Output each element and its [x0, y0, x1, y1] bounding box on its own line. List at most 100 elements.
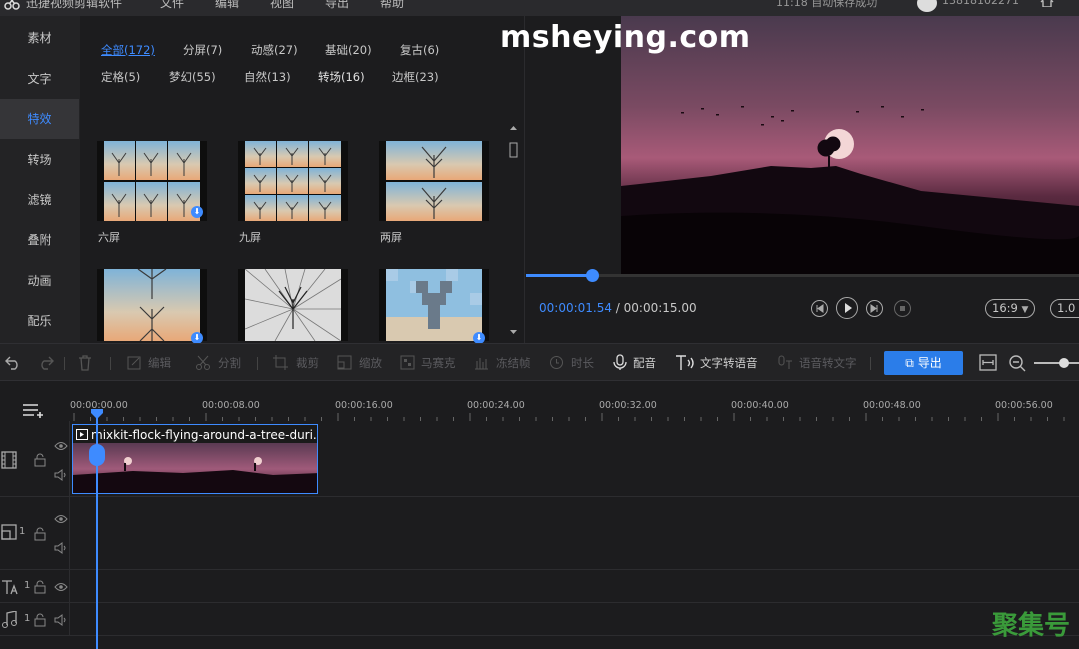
zoom-out-icon[interactable] — [1008, 354, 1026, 372]
zoom-button[interactable]: 缩放 — [359, 355, 382, 371]
home-icon[interactable] — [1040, 0, 1054, 7]
app-logo-icon — [4, 0, 20, 10]
menu-help[interactable]: 帮助 — [380, 0, 404, 11]
step-back-icon — [816, 304, 824, 313]
speaker-icon[interactable] — [54, 614, 68, 626]
playhead-marker-icon[interactable] — [91, 409, 103, 419]
tab-basic[interactable]: 基础(20) — [325, 42, 372, 58]
effect-thumb-radial[interactable] — [238, 269, 348, 341]
export-icon: ⧉ — [905, 356, 914, 370]
edit-button[interactable]: 编辑 — [148, 355, 171, 371]
microphone-icon — [613, 354, 627, 370]
freeze-frame-button[interactable]: 冻结帧 — [496, 355, 531, 371]
scissors-icon — [196, 355, 210, 370]
duration-button[interactable]: 时长 — [571, 355, 594, 371]
zoom-value: 1.0 — [1057, 301, 1076, 315]
tick-label: 00:00:16.00 — [335, 400, 393, 411]
speaker-icon[interactable] — [54, 542, 68, 554]
lock-icon[interactable] — [34, 453, 46, 467]
effect-thumb-nine[interactable] — [238, 141, 348, 221]
tab-all[interactable]: 全部(172) — [101, 42, 155, 58]
zoom-select[interactable]: 1.0 — [1050, 299, 1079, 318]
effect-label: 六屏 — [98, 231, 120, 244]
next-frame-button[interactable] — [866, 300, 883, 317]
menu-edit[interactable]: 编辑 — [215, 0, 239, 11]
speaker-icon[interactable] — [54, 469, 68, 481]
download-icon[interactable]: ⬇ — [191, 206, 203, 218]
stop-icon — [900, 306, 905, 311]
sidebar-item-music[interactable]: 配乐 — [0, 301, 79, 341]
menu-file[interactable]: 文件 — [160, 0, 184, 11]
eye-icon[interactable] — [54, 441, 68, 451]
aspect-ratio-select[interactable]: 16:9 ▼ — [985, 299, 1036, 318]
undo-icon[interactable] — [5, 355, 21, 370]
stop-button[interactable] — [894, 300, 911, 317]
effect-thumb-two[interactable] — [379, 141, 489, 221]
lock-icon[interactable] — [34, 580, 46, 594]
speech-to-text-icon — [778, 355, 792, 369]
play-button[interactable] — [836, 297, 858, 319]
music-track: 1 — [0, 603, 1079, 636]
chevron-down-icon: ▼ — [1021, 305, 1029, 315]
speech-to-text-button[interactable]: 语音转文字 — [799, 355, 857, 371]
step-forward-icon — [870, 304, 878, 313]
effect-thumb-six[interactable]: ⬇ — [97, 141, 207, 221]
crop-icon — [273, 355, 288, 370]
crop-button[interactable]: 裁剪 — [296, 355, 319, 371]
export-button[interactable]: ⧉ 导出 — [884, 351, 963, 375]
sidebar-item-text[interactable]: 文字 — [0, 59, 79, 99]
eye-icon[interactable] — [54, 514, 68, 524]
sidebar-item-transitions[interactable]: 转场 — [0, 140, 79, 180]
lock-icon[interactable] — [34, 527, 46, 541]
tab-nature[interactable]: 自然(13) — [244, 69, 291, 85]
tab-dreamy[interactable]: 梦幻(55) — [169, 69, 216, 85]
lock-icon[interactable] — [34, 613, 46, 627]
effects-scrollbar[interactable] — [509, 124, 518, 338]
playback-progress[interactable] — [526, 269, 1079, 282]
user-account[interactable]: 13818102271 — [942, 0, 1019, 7]
progress-knob[interactable] — [586, 269, 600, 282]
brand-watermark: 聚集号 — [992, 611, 1071, 641]
effect-label: 两屏 — [380, 231, 402, 244]
time-ruler[interactable]: 00:00:00.00 00:00:08.00 00:00:16.00 00:0… — [70, 381, 1079, 421]
tick-label: 00:00:24.00 — [467, 400, 525, 411]
effect-thumb-mirror[interactable]: ⬇ — [97, 269, 207, 344]
app-name: 迅捷视频剪辑软件 — [26, 0, 123, 10]
tab-freeze[interactable]: 定格(5) — [101, 69, 140, 85]
tick-label: 00:00:56.00 — [995, 400, 1053, 411]
dub-button[interactable]: 配音 — [633, 355, 656, 371]
text-to-speech-button[interactable]: 文字转语音 — [700, 355, 758, 371]
sidebar-item-effects[interactable]: 特效 — [0, 99, 79, 139]
avatar[interactable] — [917, 0, 937, 12]
menu-export[interactable]: 导出 — [325, 0, 349, 11]
total-time: 00:00:15.00 — [623, 301, 697, 315]
effect-label: 九屏 — [239, 231, 261, 244]
add-track-icon[interactable] — [22, 402, 46, 418]
sidebar-item-filters[interactable]: 滤镜 — [0, 180, 79, 220]
effect-thumb-mosaic[interactable]: ⬇ — [379, 269, 489, 344]
tick-label: 00:00:40.00 — [731, 400, 789, 411]
eye-icon[interactable] — [54, 582, 68, 592]
playhead-handle[interactable] — [89, 444, 105, 466]
prev-frame-button[interactable] — [811, 300, 828, 317]
timeline-zoom-slider[interactable] — [1034, 356, 1079, 370]
tab-split[interactable]: 分屏(7) — [183, 42, 222, 58]
tab-transition[interactable]: 转场(16) — [318, 69, 365, 85]
mosaic-button[interactable]: 马赛克 — [421, 355, 456, 371]
tab-border[interactable]: 边框(23) — [392, 69, 439, 85]
fit-icon[interactable] — [979, 354, 997, 371]
effect-preview-image — [245, 141, 341, 221]
menu-view[interactable]: 视图 — [270, 0, 294, 11]
tab-retro[interactable]: 复古(6) — [400, 42, 439, 58]
video-clip[interactable]: mixkit-flock-flying-around-a-tree-duri..… — [72, 424, 318, 494]
sidebar-item-animation[interactable]: 动画 — [0, 261, 79, 301]
track-header — [0, 421, 70, 496]
split-button[interactable]: 分割 — [218, 355, 241, 371]
delete-icon[interactable] — [78, 355, 92, 371]
tab-dynamic[interactable]: 动感(27) — [251, 42, 298, 58]
redo-icon[interactable] — [38, 355, 54, 370]
sidebar-item-media[interactable]: 素材 — [0, 18, 79, 58]
track-header: 1 — [0, 570, 70, 602]
sidebar-item-overlay[interactable]: 叠附 — [0, 220, 79, 260]
preview-panel: msheying.com 00:00:01.54 / 00:00:15.00 1… — [500, 16, 1079, 343]
